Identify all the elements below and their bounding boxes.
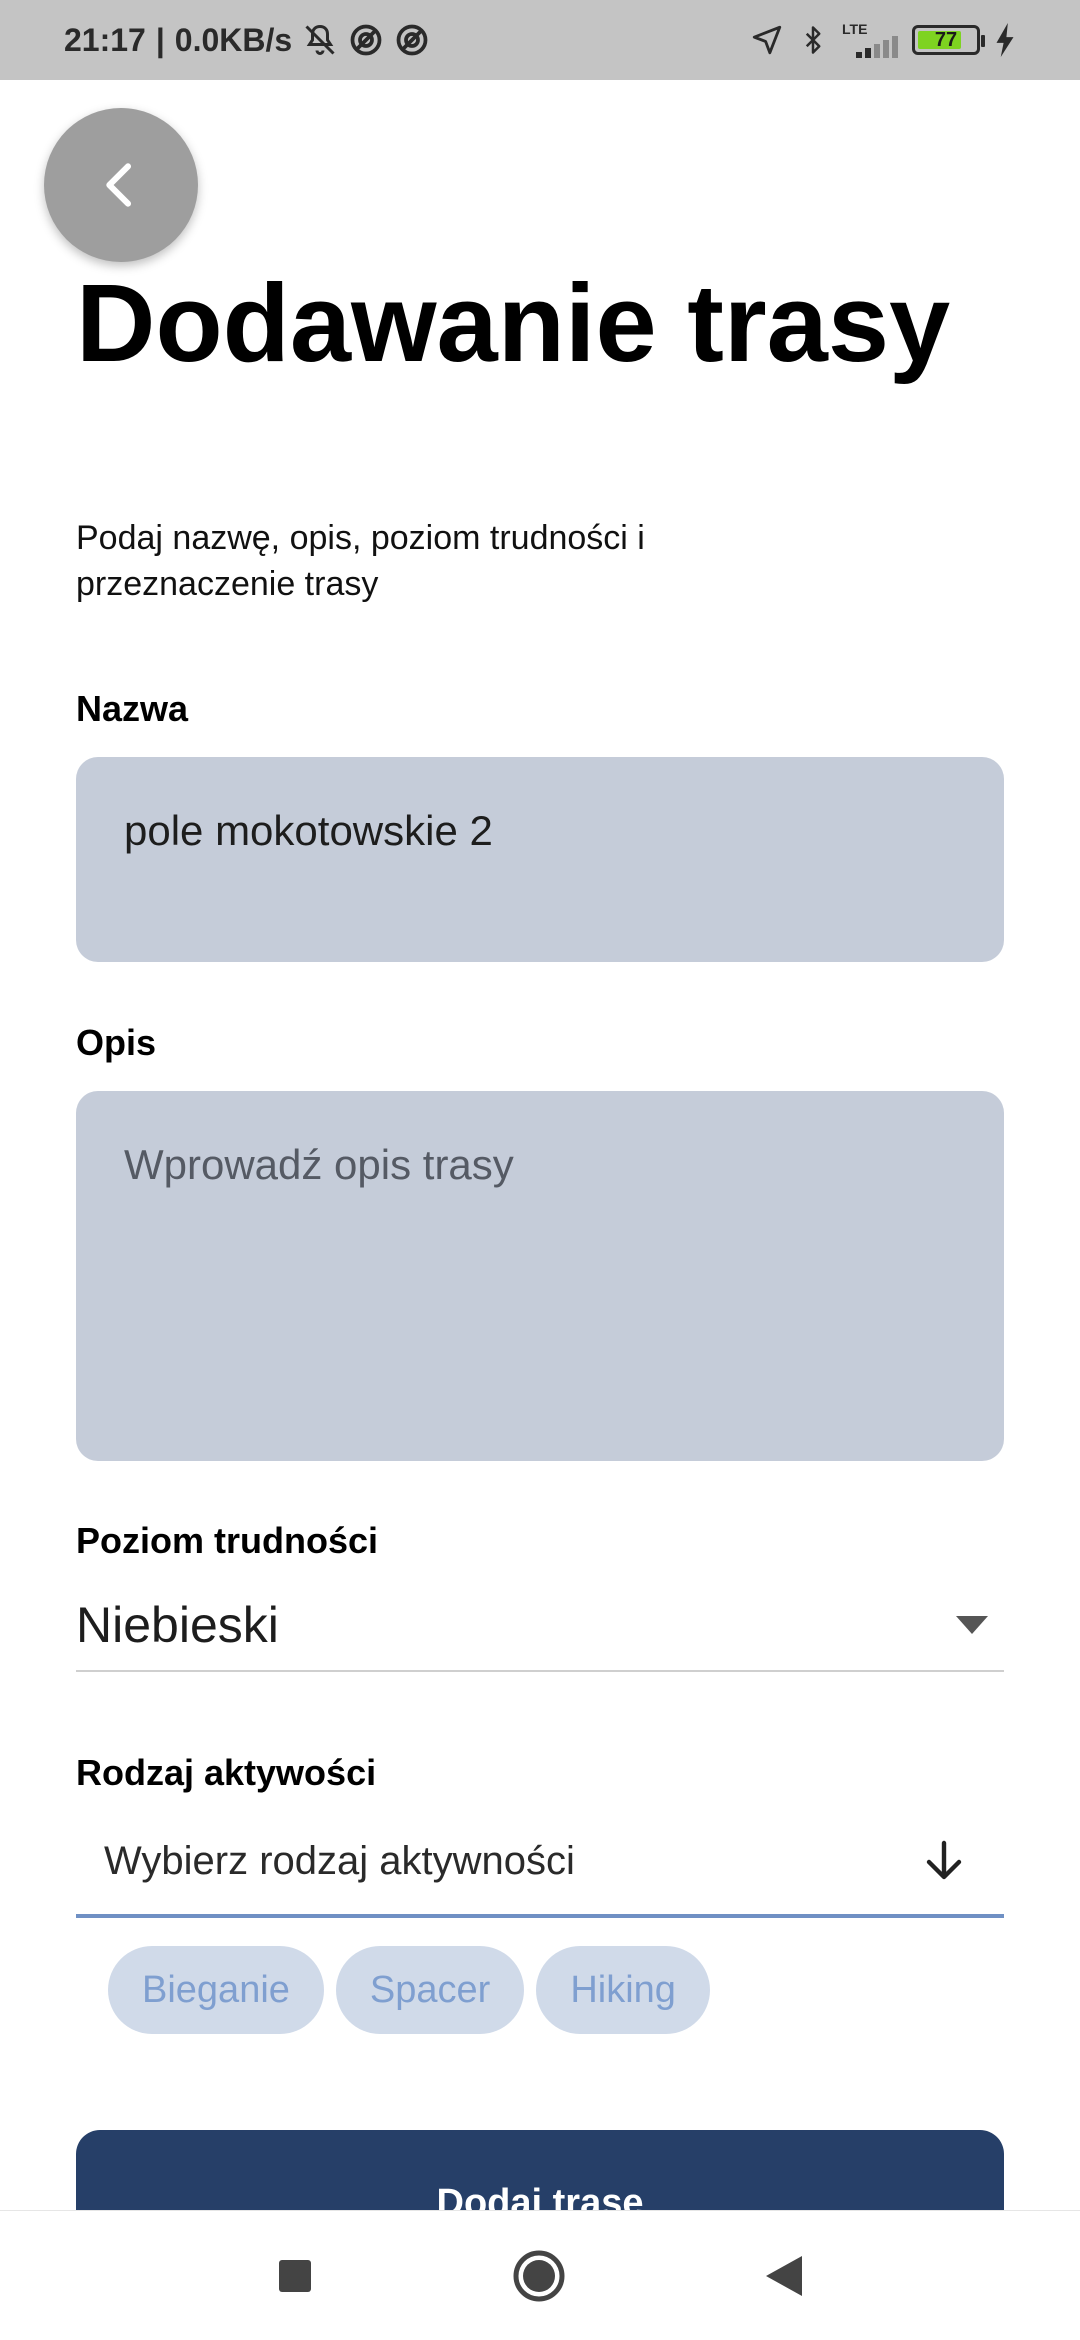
activity-chip[interactable]: Spacer [335, 1946, 525, 2034]
description-placeholder: Wprowadź opis trasy [124, 1141, 514, 1188]
activity-chip[interactable]: Hiking [536, 1946, 710, 2034]
status-right: LTE 77 [750, 22, 1016, 58]
difficulty-select[interactable]: Niebieski [76, 1580, 1004, 1672]
description-label: Opis [76, 1022, 157, 1063]
signal-icon: LTE [842, 22, 898, 58]
no-disturb-icon [396, 24, 428, 56]
description-input[interactable]: Wprowadź opis trasy [76, 1091, 1004, 1461]
status-notification-icons [302, 22, 430, 58]
difficulty-value: Niebieski [76, 1597, 279, 1653]
activity-label: Rodzaj aktywości [76, 1752, 377, 1793]
back-button[interactable] [44, 108, 198, 262]
arrow-down-icon [926, 1840, 962, 1880]
mute-icon [305, 24, 335, 55]
bluetooth-icon [805, 26, 821, 54]
activity-chip[interactable]: Bieganie [108, 1946, 324, 2034]
name-input-value: pole mokotowskie 2 [124, 807, 493, 854]
dropdown-caret-icon [956, 1616, 988, 1634]
battery-icon: 77 [912, 25, 985, 55]
activity-placeholder: Wybierz rodzaj aktywności [104, 1838, 575, 1883]
recents-square-icon[interactable] [278, 2259, 312, 2293]
page-title: Dodawanie trasy [76, 262, 951, 385]
charging-icon [996, 23, 1014, 57]
activity-chips: Bieganie Spacer Hiking [108, 1946, 710, 2034]
network-type: LTE [842, 21, 868, 37]
status-bar: 21:17 | 0.0KB/s LTE 77 [0, 0, 1080, 80]
no-disturb-icon [350, 24, 382, 56]
battery-level-text: 77 [934, 28, 958, 51]
status-time: 21:17 [64, 21, 146, 58]
status-speed: 0.0KB/s [174, 21, 293, 58]
activity-select[interactable]: Wybierz rodzaj aktywności [76, 1808, 1004, 1918]
status-left: 21:17 | 0.0KB/s [64, 22, 430, 59]
difficulty-label: Poziom trudności [76, 1520, 379, 1561]
location-icon [752, 25, 782, 55]
navigation-bar [0, 2210, 1080, 2340]
home-circle-icon[interactable] [512, 2249, 566, 2303]
chevron-left-icon [106, 163, 132, 207]
page-subtitle: Podaj nazwę, opis, poziom trudności i pr… [76, 519, 645, 603]
back-triangle-icon[interactable] [766, 2255, 802, 2296]
name-input[interactable]: pole mokotowskie 2 [76, 757, 1004, 962]
name-label: Nazwa [76, 688, 189, 729]
